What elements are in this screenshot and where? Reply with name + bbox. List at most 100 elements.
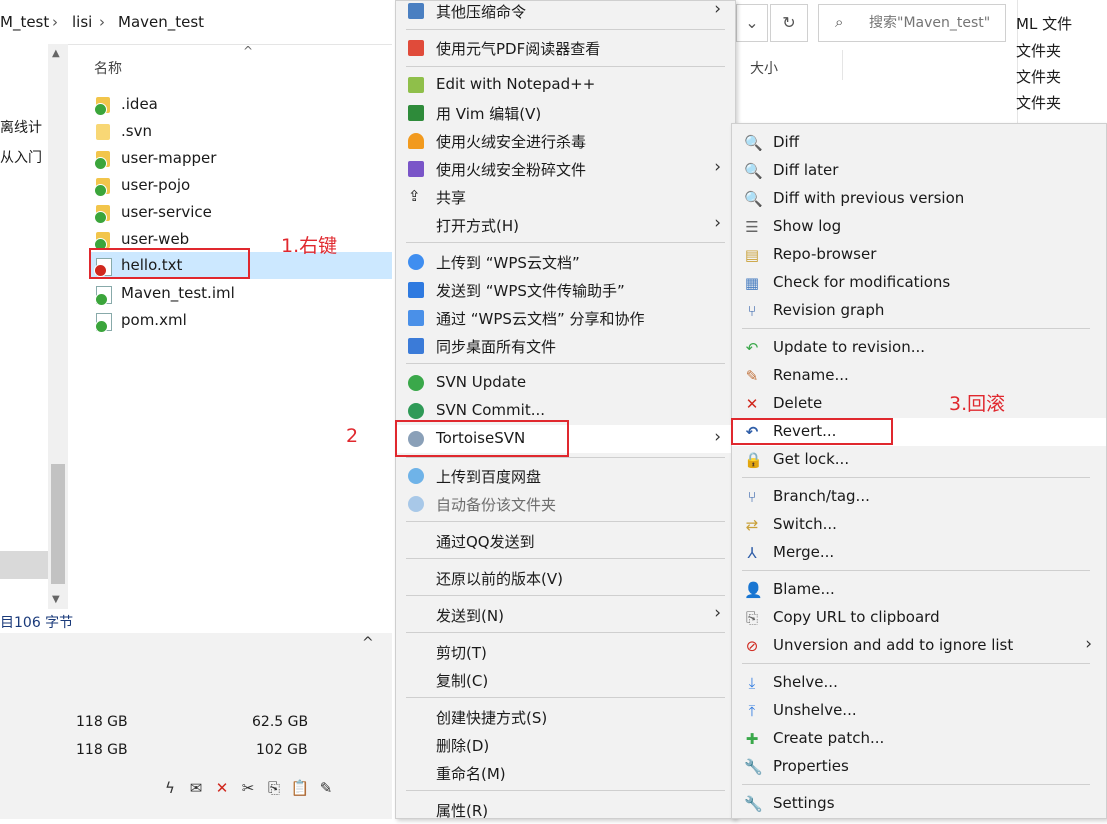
svn-item-label: Branch/tag... xyxy=(773,487,870,505)
collapse-caret-icon[interactable]: ^ xyxy=(362,635,374,651)
svn-item-diff-later[interactable]: 🔍 Diff later xyxy=(732,157,1106,185)
menu-item-auto-backup[interactable]: 自动备份该文件夹 xyxy=(396,490,735,518)
menu-item-cut[interactable]: 剪切(T) xyxy=(396,638,735,666)
chevron-down-icon[interactable]: ⌄ xyxy=(736,4,768,42)
menu-item-sync-desktop[interactable]: 同步桌面所有文件 xyxy=(396,332,735,360)
annotation-step2: 2 xyxy=(346,425,359,447)
search-input[interactable] xyxy=(867,11,1003,35)
file-row-user-mapper[interactable]: user-mapper xyxy=(90,145,392,172)
svn-item-update-to-revision[interactable]: ↶ Update to revision... xyxy=(732,334,1106,362)
menu-item-share[interactable]: ⇪ 共享 xyxy=(396,183,735,211)
menu-item-delete[interactable]: 删除(D) xyxy=(396,731,735,759)
breadcrumb-item-lisi[interactable]: lisi xyxy=(72,13,92,31)
svn-item-switch[interactable]: ⇄ Switch... xyxy=(732,511,1106,539)
check-modifications-icon: ▦ xyxy=(744,274,760,292)
nav-item-1[interactable]: 离线计 xyxy=(0,117,42,137)
column-header-name[interactable]: 名称 xyxy=(94,58,122,78)
scroll-down-icon[interactable]: ▼ xyxy=(52,594,60,605)
menu-item-svn-update[interactable]: SVN Update xyxy=(396,369,735,397)
file-row-user-service[interactable]: user-service xyxy=(90,199,392,226)
svn-item-label: Check for modifications xyxy=(773,273,951,291)
menu-item-wps-send[interactable]: 发送到 “WPS文件传输助手” xyxy=(396,276,735,304)
file-row-pom-xml[interactable]: pom.xml xyxy=(90,307,392,334)
navigation-pane[interactable]: 离线计 从入门 xyxy=(0,44,48,609)
shredder-icon xyxy=(408,161,424,177)
svn-item-label: Properties xyxy=(773,757,849,775)
svn-item-revision-graph[interactable]: ⑂ Revision graph xyxy=(732,297,1106,325)
close-icon[interactable]: ✕ xyxy=(212,778,232,798)
scroll-thumb[interactable] xyxy=(51,464,65,584)
svn-item-branch-tag[interactable]: ⑂ Branch/tag... xyxy=(732,483,1106,511)
pdf-icon xyxy=(408,40,424,56)
menu-item-label: 通过QQ发送到 xyxy=(436,533,535,551)
svn-item-diff-previous[interactable]: 🔍 Diff with previous version xyxy=(732,185,1106,213)
menu-item-copy[interactable]: 复制(C) xyxy=(396,666,735,694)
mail-icon[interactable]: ✉ xyxy=(186,778,206,798)
diff-previous-icon: 🔍 xyxy=(744,190,763,208)
svn-item-label: Update to revision... xyxy=(773,338,925,356)
chevron-right-icon: › xyxy=(714,157,721,177)
menu-separator xyxy=(406,558,725,559)
menu-item-label: 使用火绒安全粉碎文件 xyxy=(436,161,587,179)
file-row-maven-test-iml[interactable]: Maven_test.iml xyxy=(90,280,392,307)
file-row-svn[interactable]: .svn xyxy=(90,118,392,145)
svn-item-delete[interactable]: ✕ Delete xyxy=(732,390,1106,418)
menu-item-huorong-scan[interactable]: 使用火绒安全进行杀毒 xyxy=(396,127,735,155)
svn-item-diff[interactable]: 🔍 Diff xyxy=(732,129,1106,157)
folder-icon xyxy=(94,151,110,170)
menu-item-open-with[interactable]: 打开方式(H) › xyxy=(396,211,735,239)
menu-item-restore-previous[interactable]: 还原以前的版本(V) xyxy=(396,564,735,592)
column-header-size[interactable]: 大小 xyxy=(750,58,778,78)
svn-item-blame[interactable]: 👤 Blame... xyxy=(732,576,1106,604)
menu-item-wps-share[interactable]: 通过 “WPS云文档” 分享和协作 xyxy=(396,304,735,332)
nav-selected-item[interactable] xyxy=(0,551,48,579)
menu-item-qq-send[interactable]: 通过QQ发送到 xyxy=(396,527,735,555)
menu-item-rename[interactable]: 重命名(M) xyxy=(396,759,735,787)
menu-item-archive[interactable]: 其他压缩命令 › xyxy=(396,0,735,25)
svn-item-rename[interactable]: ✎ Rename... xyxy=(732,362,1106,390)
file-name: user-web xyxy=(121,230,190,248)
menu-item-baidu-upload[interactable]: 上传到百度网盘 xyxy=(396,462,735,490)
search-box[interactable]: ⌕ xyxy=(818,4,1006,42)
refresh-icon[interactable]: ↻ xyxy=(770,4,808,42)
svn-item-settings[interactable]: 🔧 Settings xyxy=(732,790,1106,818)
copy-icon[interactable]: ⎘ xyxy=(264,778,284,798)
file-row-user-pojo[interactable]: user-pojo xyxy=(90,172,392,199)
menu-item-wps-upload[interactable]: 上传到 “WPS云文档” xyxy=(396,248,735,276)
menu-item-properties[interactable]: 属性(R) xyxy=(396,796,735,824)
svn-item-get-lock[interactable]: 🔒 Get lock... xyxy=(732,446,1106,474)
branch-icon: ⑂ xyxy=(747,488,757,506)
svn-item-unversion-ignore[interactable]: ⊘ Unversion and add to ignore list › xyxy=(732,632,1106,660)
svn-item-shelve[interactable]: ⤓ Shelve... xyxy=(732,669,1106,697)
file-row-idea[interactable]: .idea xyxy=(90,91,392,118)
menu-item-pdf[interactable]: 使用元气PDF阅读器查看 xyxy=(396,34,735,62)
svn-item-label: Merge... xyxy=(773,543,835,561)
menu-item-vim[interactable]: 用 Vim 编辑(V) xyxy=(396,99,735,127)
menu-item-create-shortcut[interactable]: 创建快捷方式(S) xyxy=(396,703,735,731)
menu-item-label: 上传到百度网盘 xyxy=(436,468,542,486)
paste-icon[interactable]: 📋 xyxy=(290,778,310,798)
svn-item-copy-url[interactable]: ⎘ Copy URL to clipboard xyxy=(732,604,1106,632)
nav-item-2[interactable]: 从入门 xyxy=(0,147,42,167)
type-cell: 文件夹 xyxy=(1016,94,1062,112)
menu-item-huorong-shred[interactable]: 使用火绒安全粉碎文件 › xyxy=(396,155,735,183)
menu-item-notepad[interactable]: Edit with Notepad++ xyxy=(396,71,735,99)
breadcrumb-item-m-test[interactable]: M_test xyxy=(0,13,49,31)
nav-scrollbar[interactable]: ▲ ▼ xyxy=(48,44,68,609)
svn-item-properties[interactable]: 🔧 Properties xyxy=(732,753,1106,781)
breadcrumb-item-maven-test[interactable]: Maven_test xyxy=(118,13,204,31)
svn-item-merge[interactable]: ⅄ Merge... xyxy=(732,539,1106,567)
edit-icon[interactable]: ✎ xyxy=(316,778,336,798)
menu-item-send-to[interactable]: 发送到(N) › xyxy=(396,601,735,629)
svn-item-unshelve[interactable]: ⤒ Unshelve... xyxy=(732,697,1106,725)
svn-item-create-patch[interactable]: ✚ Create patch... xyxy=(732,725,1106,753)
svn-item-show-log[interactable]: ☰ Show log xyxy=(732,213,1106,241)
svn-item-repo-browser[interactable]: ▤ Repo-browser xyxy=(732,241,1106,269)
address-bar[interactable]: M_test › lisi › Maven_test xyxy=(0,0,392,45)
scroll-up-icon[interactable]: ▲ xyxy=(52,48,60,59)
menu-separator xyxy=(406,632,725,633)
svn-item-check-modifications[interactable]: ▦ Check for modifications xyxy=(732,269,1106,297)
lightning-icon[interactable]: ϟ xyxy=(160,778,180,798)
menu-separator xyxy=(742,328,1090,329)
cut-icon[interactable]: ✂ xyxy=(238,778,258,798)
